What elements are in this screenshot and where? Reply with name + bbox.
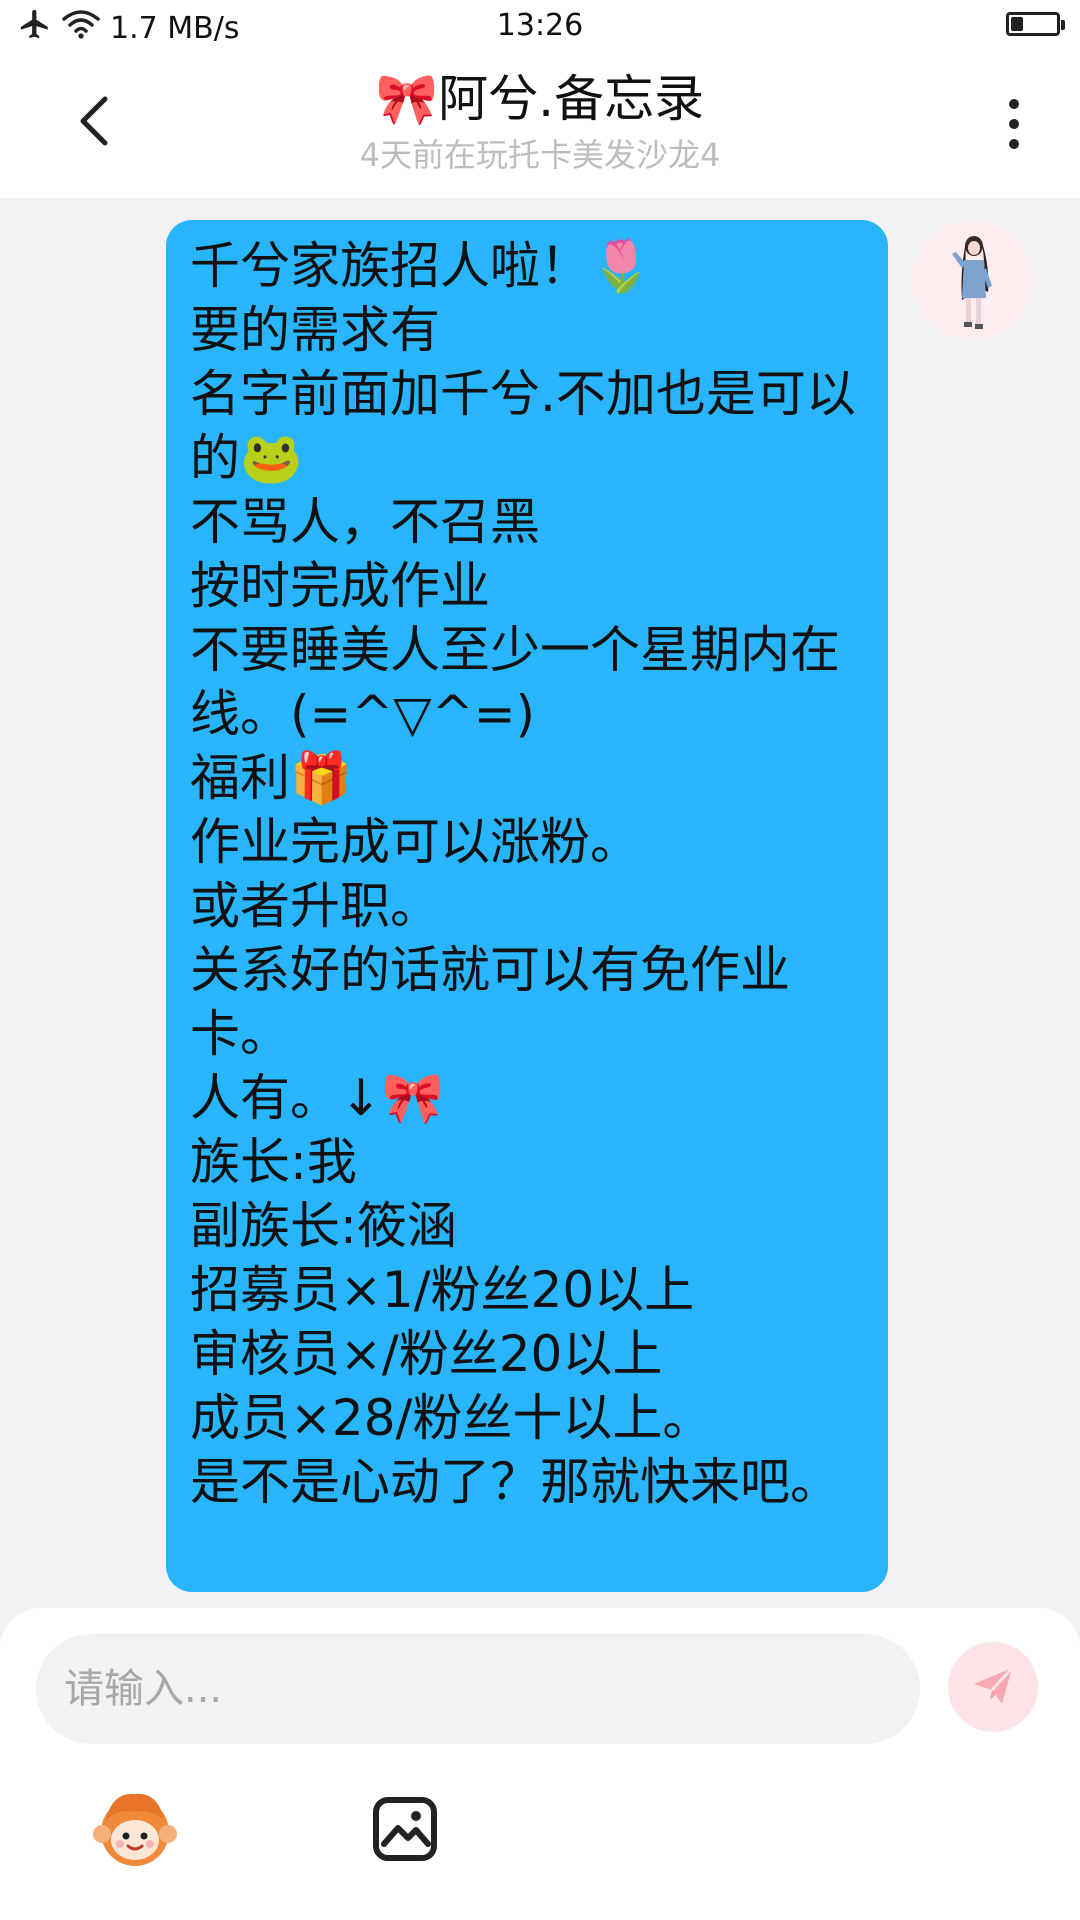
more-vertical-dot <box>1009 139 1019 149</box>
message-input[interactable] <box>36 1634 920 1744</box>
image-button[interactable] <box>360 1786 450 1876</box>
chat-area[interactable]: 千兮家族招人啦！🌷 要的需求有 名字前面加千兮.不加也是可以的🐸 不骂人，不召黑… <box>0 198 1080 1608</box>
more-vertical-dot <box>1009 119 1019 129</box>
chat-header: 🎀阿兮.备忘录 4天前在玩托卡美发沙龙4 <box>0 58 1080 198</box>
back-button[interactable] <box>58 88 128 158</box>
composer-panel <box>0 1608 1080 1920</box>
back-arrow-icon <box>73 93 113 153</box>
status-time: 13:26 <box>496 8 584 43</box>
message-bubble[interactable]: 千兮家族招人啦！🌷 要的需求有 名字前面加千兮.不加也是可以的🐸 不骂人，不召黑… <box>166 220 888 1592</box>
page-title: 🎀阿兮.备忘录 <box>375 70 705 128</box>
emoji-button[interactable] <box>90 1786 180 1876</box>
more-options-button[interactable] <box>984 88 1044 160</box>
more-vertical-icon <box>1009 99 1019 109</box>
image-icon <box>370 1794 440 1868</box>
emoji-mascot-icon <box>92 1786 178 1876</box>
battery-icon <box>1006 12 1065 36</box>
avatar[interactable] <box>912 220 1032 340</box>
title-area: 🎀阿兮.备忘录 4天前在玩托卡美发沙龙4 <box>180 64 900 176</box>
page-subtitle: 4天前在玩托卡美发沙龙4 <box>359 136 721 174</box>
send-button[interactable] <box>948 1642 1038 1732</box>
status-bar: 1.7 MB/s 13:26 <box>0 0 1080 58</box>
send-icon <box>968 1660 1018 1714</box>
